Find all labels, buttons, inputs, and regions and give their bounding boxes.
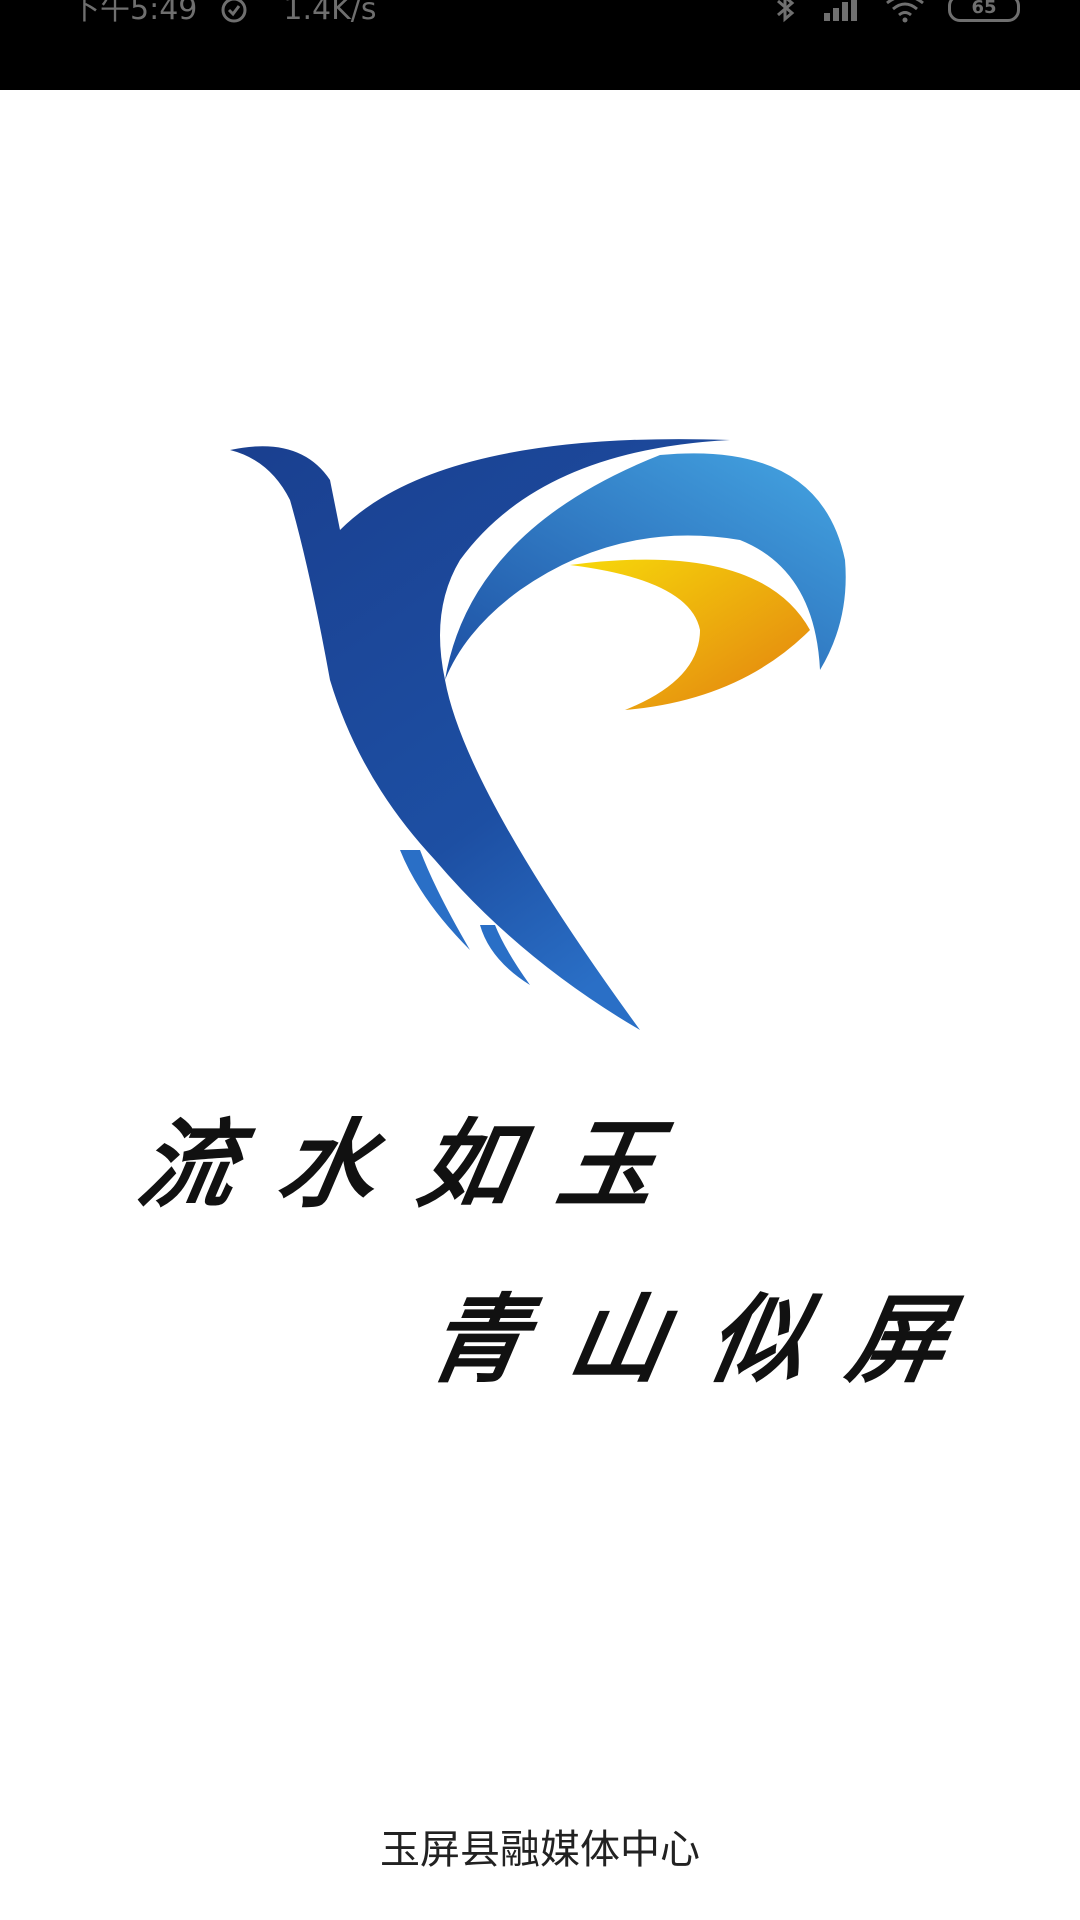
wifi-icon (886, 0, 924, 23)
battery-level: 65 (971, 0, 997, 18)
signal-icon (824, 0, 857, 21)
slogan-line-1: 流水如玉 (130, 1108, 711, 1221)
status-bar: 下午5:49 1.4K/s 65 (0, 0, 1080, 90)
organization-name: 玉屏县融媒体中心 (380, 1827, 700, 1873)
status-time: 下午5:49 (70, 0, 198, 27)
alarm-icon (221, 0, 247, 23)
slogan-line-2: 青山似屏 (420, 1283, 1001, 1396)
bluetooth-icon (777, 0, 795, 23)
status-left: 下午5:49 1.4K/s (70, 0, 377, 28)
battery-icon: 65 (948, 0, 1020, 22)
logo-gold-crescent (570, 559, 810, 710)
status-right: 65 (772, 0, 1020, 26)
app-logo (230, 439, 846, 1030)
network-speed: 1.4K/s (283, 0, 377, 27)
